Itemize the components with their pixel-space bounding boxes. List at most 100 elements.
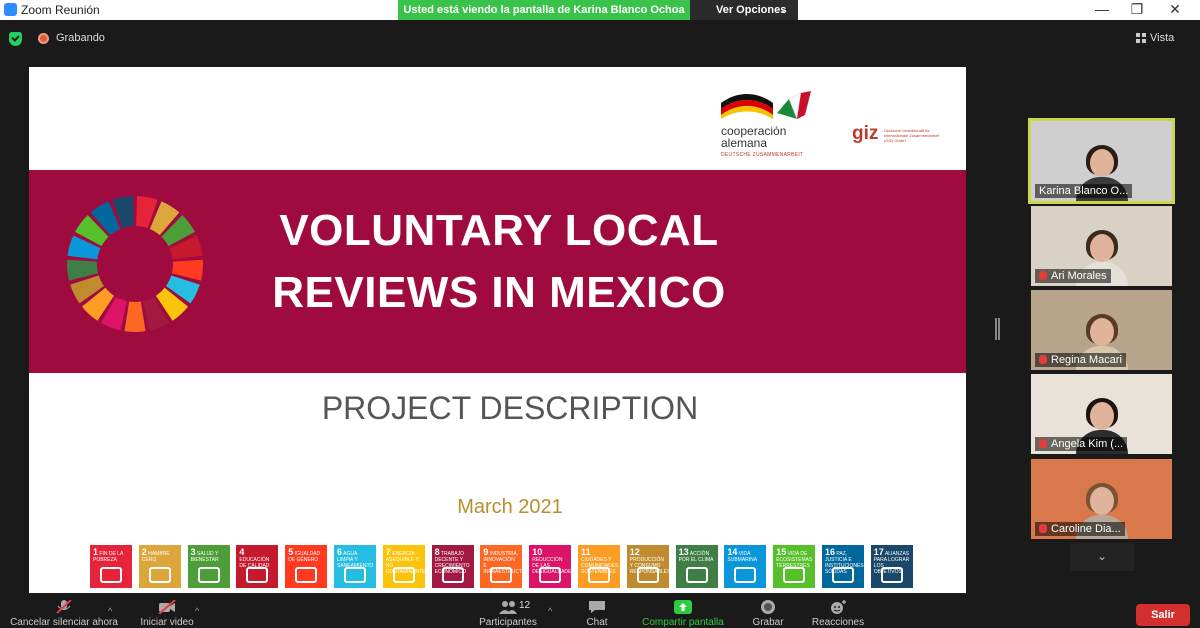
sdg-icons-row: 1 FIN DE LA POBREZA 2 HAMBRE CERO 3 SALUD …: [90, 545, 920, 589]
microphone-muted-icon: [1039, 355, 1047, 364]
sdg-goal-icon: 9 INDUSTRIA, INNOVACIÓN E INFRAESTRUCTUR…: [480, 545, 523, 588]
security-shield-icon[interactable]: [9, 32, 22, 46]
sdg-goal-number: 5: [288, 547, 294, 557]
sdg-goal-pictogram-icon: [685, 567, 708, 583]
participant-name-tag: Ari Morales: [1035, 269, 1111, 283]
share-screen-button[interactable]: Compartir pantalla: [636, 596, 730, 628]
sdg-goal-number: 3: [190, 547, 196, 557]
sdg-goal-pictogram-icon: [832, 567, 854, 583]
sdg-goal-pictogram-icon: [148, 567, 171, 583]
microphone-muted-icon: [1039, 524, 1047, 533]
sidebar-resize-handle[interactable]: [995, 318, 1000, 340]
scroll-down-button[interactable]: ⌄: [1070, 543, 1134, 571]
chat-icon: [589, 601, 605, 613]
sdg-goal-number: 13: [678, 547, 689, 557]
restore-button[interactable]: ❐: [1120, 0, 1154, 20]
leave-button[interactable]: Salir: [1136, 604, 1190, 626]
sdg-goal-icon: 14 VIDA SUBMARINA: [724, 545, 767, 588]
giz-logo-subtitle: Deutsche Gesellschaft für Internationale…: [884, 128, 940, 143]
unmute-label: Cancelar silenciar ahora: [10, 617, 118, 628]
sdg-goal-icon: 1 FIN DE LA POBREZA: [90, 545, 132, 588]
minimize-button[interactable]: —: [1085, 0, 1119, 20]
share-screen-icon: [674, 600, 692, 614]
sdg-goal-label: FIN DE LA POBREZA: [93, 551, 124, 563]
unmute-button[interactable]: Cancelar silenciar ahora: [4, 596, 124, 628]
sdg-goal-icon: 15 VIDA DE ECOSISTEMAS TERRESTRES: [773, 545, 816, 588]
participant-name-tag: Caroline Dia...: [1035, 522, 1125, 536]
reactions-button[interactable]: Reacciones: [806, 596, 870, 628]
video-off-icon: [158, 600, 176, 614]
sdg-goal-pictogram-icon: [197, 567, 220, 583]
sdg-goal-number: 1: [93, 547, 99, 557]
sdg-goal-pictogram-icon: [490, 567, 513, 583]
sdg-goal-number: 12: [629, 547, 640, 557]
recording-icon: [38, 33, 49, 44]
sdg-goal-icon: 13 ACCIÓN POR EL CLIMA: [675, 545, 718, 588]
participant-video-tile[interactable]: Caroline Dia...: [1031, 459, 1172, 539]
sdg-goal-pictogram-icon: [392, 567, 415, 583]
video-options-chevron-icon[interactable]: ^: [195, 606, 199, 616]
sdg-goal-number: 2: [141, 547, 147, 557]
screen-share-banner: Usted está viendo la pantalla de Karina …: [398, 0, 690, 20]
microphone-muted-icon: [56, 600, 72, 614]
reactions-icon: [831, 600, 846, 614]
sdg-goal-number: 15: [776, 547, 787, 557]
reactions-label: Reacciones: [811, 617, 865, 628]
record-icon: [761, 600, 775, 614]
start-video-button[interactable]: Iniciar video: [132, 596, 202, 628]
gallery-view-icon[interactable]: [1136, 33, 1146, 43]
sdg-goal-icon: 5 IGUALDAD DE GÉNERO: [285, 545, 328, 588]
slide-title-line-2: REVIEWS IN MEXICO: [272, 268, 726, 317]
slide-date: March 2021: [457, 496, 563, 518]
window-title: Zoom Reunión: [21, 3, 100, 17]
sdg-goal-icon: 16 PAZ, JUSTICIA E INSTITUCIONES SÓLIDAS: [822, 545, 864, 588]
view-options-button[interactable]: Ver Opciones ⌄: [690, 0, 798, 20]
start-video-label: Iniciar video: [140, 617, 194, 628]
logo-alemana: alemana: [721, 136, 768, 150]
chat-label: Chat: [586, 617, 608, 628]
sdg-goal-label: IGUALDAD DE GÉNERO: [288, 551, 321, 563]
giz-logo: giz: [852, 123, 879, 144]
participant-name: Caroline Dia...: [1051, 523, 1121, 535]
meeting-top-bar: [0, 20, 1200, 56]
sdg-goal-icon: 8 TRABAJO DECENTE Y CRECIMIENTO ECONÓMIC…: [431, 545, 474, 588]
sdg-goal-pictogram-icon: [734, 567, 757, 583]
sdg-goal-number: 14: [727, 547, 738, 557]
sdg-goal-pictogram-icon: [588, 567, 610, 583]
sdg-goal-pictogram-icon: [636, 567, 659, 583]
sdg-goal-icon: 6 AGUA LIMPIA Y SANEAMIENTO: [334, 545, 376, 588]
sdg-goal-pictogram-icon: [100, 567, 122, 583]
sdg-goal-number: 6: [337, 547, 343, 557]
sdg-goal-icon: 10 REDUCCIÓN DE LAS DESIGUALDADES: [529, 545, 572, 588]
participants-button[interactable]: Participantes: [468, 596, 548, 628]
sdg-goal-icon: 12 PRODUCCIÓN Y CONSUMO RESPONSABLES: [626, 545, 669, 588]
sdg-wheel-icon: [67, 196, 203, 332]
sdg-goal-icon: 3 SALUD Y BIENESTAR: [187, 545, 230, 588]
slide-title-line-1: VOLUNTARY LOCAL: [279, 206, 719, 255]
sdg-goal-pictogram-icon: [441, 567, 464, 583]
participant-video-tile[interactable]: Regina Macari: [1031, 290, 1172, 370]
record-label: Grabar: [752, 617, 784, 628]
audio-options-chevron-icon[interactable]: ^: [108, 606, 112, 616]
record-button[interactable]: Grabar: [746, 596, 790, 628]
participant-video-tile[interactable]: Karina Blanco O...: [1028, 118, 1175, 204]
participant-name-tag: Angela Kim (...: [1035, 437, 1128, 451]
sdg-goal-number: 16: [825, 547, 836, 557]
participant-video-tile[interactable]: Angela Kim (...: [1031, 374, 1172, 454]
participant-name: Karina Blanco O...: [1039, 185, 1129, 197]
participant-name: Regina Macari: [1051, 354, 1122, 366]
zoom-app-icon: [4, 3, 17, 16]
sdg-goal-pictogram-icon: [246, 567, 269, 583]
sdg-goal-icon: 4 EDUCACIÓN DE CALIDAD: [236, 545, 279, 588]
participant-video-tile[interactable]: Ari Morales: [1031, 206, 1172, 286]
sdg-goal-number: 9: [483, 547, 489, 557]
sdg-goal-pictogram-icon: [539, 567, 562, 583]
close-button[interactable]: ✕: [1158, 0, 1192, 20]
view-options-label: Ver Opciones: [716, 4, 787, 16]
chat-button[interactable]: Chat: [575, 596, 619, 628]
sdg-goal-number: 8: [434, 547, 440, 557]
recording-label: Grabando: [56, 32, 105, 44]
participants-options-chevron-icon[interactable]: ^: [548, 606, 552, 616]
view-button[interactable]: Vista: [1150, 32, 1174, 44]
cooperacion-alemana-text: cooperación alemana DEUTSCHE ZUSAMMENARB…: [721, 125, 803, 161]
